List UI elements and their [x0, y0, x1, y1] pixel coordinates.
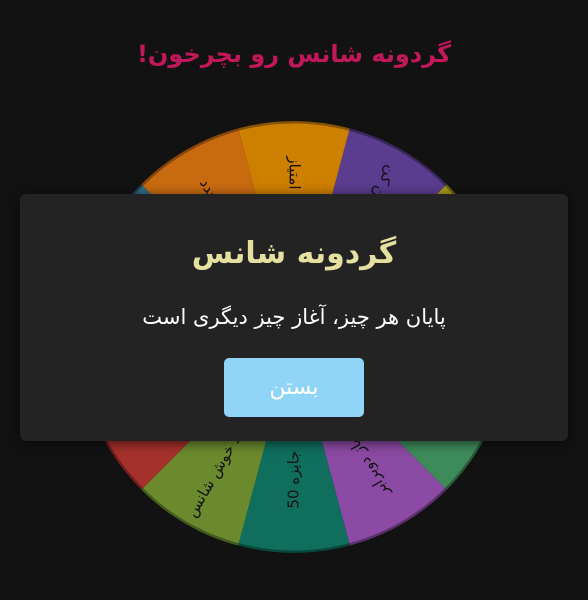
modal-title: گردونه شانس: [191, 236, 397, 271]
modal-message: پایان هر چیز، آغاز چیز دیگری است: [142, 305, 446, 329]
page-title: گردونه شانس رو بچرخون!: [136, 40, 452, 68]
close-button[interactable]: بستن: [224, 358, 364, 417]
page: گردونه شانس رو بچرخون! 1000 امتیازدوباره…: [0, 0, 588, 600]
wheel-segment-label: جایزه 50: [285, 451, 303, 509]
result-modal: گردونه شانس پایان هر چیز، آغاز چیز دیگری…: [20, 194, 568, 441]
